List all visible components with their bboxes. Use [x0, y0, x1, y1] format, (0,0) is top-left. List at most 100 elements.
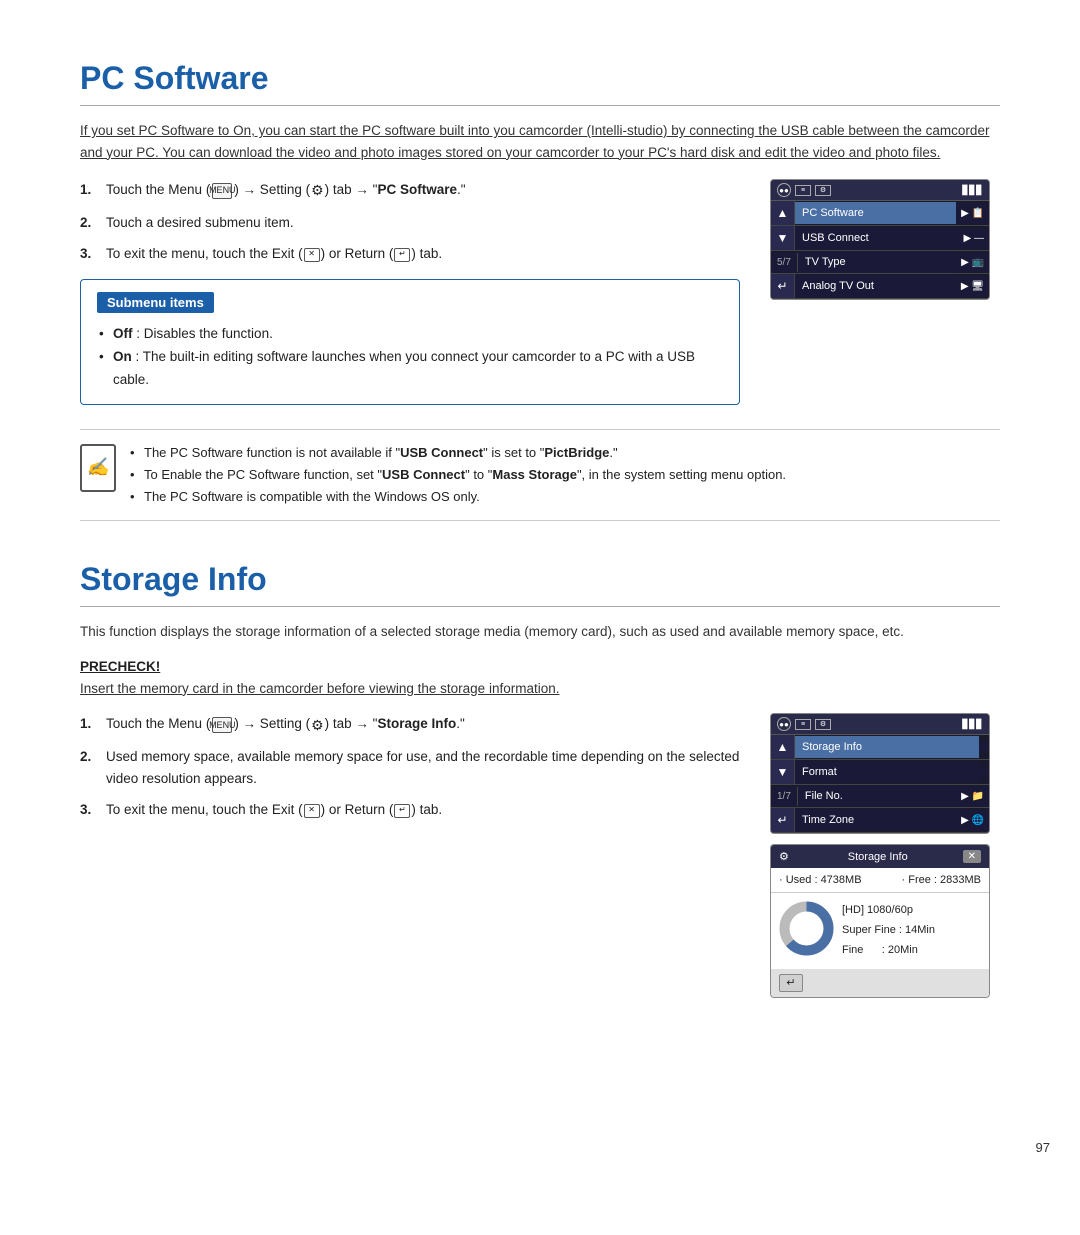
precheck-text: Insert the memory card in the camcorder …	[80, 678, 1000, 700]
file-no-val: ▶ 📁	[956, 786, 989, 807]
storage-info-row-label: Storage Info	[795, 736, 979, 758]
nav-down: ▼	[771, 226, 795, 250]
ui-row-storage-info: ▲ Storage Info	[771, 735, 989, 760]
return-icon-2: ↵	[394, 804, 410, 818]
ui-row-pc-software-val: ▶ 📋	[956, 203, 989, 224]
battery-icon: ▊▊▊	[962, 185, 983, 196]
storage-ui-top-icons: ●● ≡ ⚙	[777, 717, 831, 731]
storage-info-steps-layout: 1. Touch the Menu (MENU) → Setting (⚙) t…	[80, 713, 1000, 997]
storage-info-section: Storage Info This function displays the …	[80, 561, 1000, 998]
time-zone-label: Time Zone	[795, 809, 956, 831]
battery-bar: ▊▊▊	[962, 185, 983, 196]
note-3: The PC Software is compatible with the W…	[128, 486, 786, 508]
step-3-num: 3.	[80, 243, 98, 265]
pc-software-intro: If you set PC Software to On, you can st…	[80, 120, 1000, 163]
ui-row-format: ▼ Format	[771, 760, 989, 785]
file-no-label: File No.	[798, 785, 956, 807]
note-box: ✍ The PC Software function is not availa…	[80, 429, 1000, 521]
storage-detail-resolution: [HD] 1080/60p	[842, 901, 935, 921]
exit-icon-2: ✕	[304, 804, 320, 818]
nav-down-2: ▼	[771, 760, 795, 784]
ui-top-icons-left: ●● ≡ ⚙	[777, 183, 831, 197]
ui-row-analog-tv: ↵ Analog TV Out ▶ 🖥	[771, 274, 989, 299]
note-1: The PC Software function is not availabl…	[128, 442, 786, 464]
ui-row-nav-up: ▲ PC Software ▶ 📋	[771, 201, 989, 226]
submenu-item-on: On : The built-in editing software launc…	[97, 346, 723, 392]
storage-popup-header: ⚙ Storage Info ✕	[771, 845, 989, 868]
storage-info-popup: ⚙ Storage Info ✕ · Used : 4738MB · Free …	[770, 844, 990, 997]
submenu-box: Submenu items Off : Disables the functio…	[80, 279, 740, 405]
storage-donut-chart	[779, 901, 834, 956]
battery-icon-2: ▊▊▊	[962, 719, 983, 730]
setting-icon-2: ⚙	[311, 714, 324, 736]
row-counter-2: 1/7	[771, 787, 798, 806]
storage-info-ui-screens: ●● ≡ ⚙ ▊▊▊ ▲ Storage Info ▼	[770, 713, 1000, 997]
ui-row-analog-val: ▶ 🖥	[956, 276, 989, 297]
settings-icon: ⚙	[815, 185, 831, 196]
ui-row-file-no: 1/7 File No. ▶ 📁	[771, 785, 989, 808]
storage-popup-body: [HD] 1080/60p Super Fine : 14Min Fine : …	[771, 893, 989, 968]
storage-step-1-num: 1.	[80, 713, 98, 736]
record-icon-2: ●●	[777, 717, 791, 731]
ui-row-pc-software: PC Software	[795, 202, 956, 224]
pc-software-title: PC Software	[80, 60, 1000, 106]
ui-row-time-zone: ↵ Time Zone ▶ 🌐	[771, 808, 989, 833]
step-1-text: Touch the Menu (MENU) → Setting (⚙) tab …	[106, 179, 740, 202]
storage-step-1-text: Touch the Menu (MENU) → Setting (⚙) tab …	[106, 713, 740, 736]
ui-row-tv-label: TV Type	[798, 251, 956, 273]
step-1-num: 1.	[80, 179, 98, 202]
storage-step-2-num: 2.	[80, 746, 98, 789]
row-counter: 5/7	[771, 253, 798, 272]
storage-step-2-text: Used memory space, available memory spac…	[106, 746, 740, 789]
pc-software-steps-left: 1. Touch the Menu (MENU) → Setting (⚙) t…	[80, 179, 740, 419]
storage-popup-info: · Used : 4738MB · Free : 2833MB	[771, 868, 989, 893]
time-zone-val: ▶ 🌐	[956, 810, 989, 831]
storage-step-3-text: To exit the menu, touch the Exit (✕) or …	[106, 799, 740, 821]
step-2-text: Touch a desired submenu item.	[106, 212, 740, 234]
storage-info-title: Storage Info	[80, 561, 1000, 607]
pc-software-highlight: PC Software	[377, 182, 457, 197]
menu-list-icon-2: ≡	[795, 719, 811, 730]
page-number: 97	[1036, 1140, 1050, 1155]
pc-software-ui-screen-wrapper: ●● ≡ ⚙ ▊▊▊ ▲ PC Software ▶ 📋	[770, 179, 1000, 300]
storage-used-label: · Used : 4738MB	[779, 874, 862, 886]
storage-popup-title: Storage Info	[848, 851, 908, 863]
ui-row-usb-val: ▶ —	[959, 228, 989, 249]
precheck-label: PRECHECK!	[80, 659, 1000, 674]
note-icon: ✍	[80, 444, 116, 492]
storage-popup-return-btn[interactable]: ↵	[779, 974, 803, 992]
ui-row-tv-type: 5/7 TV Type ▶ 📺	[771, 251, 989, 274]
ui-row-usb-label: USB Connect	[795, 227, 959, 249]
pc-software-steps-layout: 1. Touch the Menu (MENU) → Setting (⚙) t…	[80, 179, 1000, 419]
storage-free-label: · Free : 2833MB	[902, 874, 981, 886]
pc-software-step-1: 1. Touch the Menu (MENU) → Setting (⚙) t…	[80, 179, 740, 202]
storage-detail-fine: Fine : 20Min	[842, 941, 935, 961]
nav-back-2: ↵	[771, 808, 795, 832]
menu-list-icon: ≡	[795, 185, 811, 196]
storage-info-intro: This function displays the storage infor…	[80, 621, 1000, 643]
submenu-items: Off : Disables the function. On : The bu…	[97, 323, 723, 392]
storage-step-1: 1. Touch the Menu (MENU) → Setting (⚙) t…	[80, 713, 740, 736]
storage-popup-gear-icon: ⚙	[779, 850, 789, 863]
nav-up-2: ▲	[771, 735, 795, 759]
menu-icon-2: MENU	[212, 717, 232, 733]
storage-details: [HD] 1080/60p Super Fine : 14Min Fine : …	[842, 901, 935, 960]
submenu-title: Submenu items	[97, 292, 214, 313]
battery-bar-2: ▊▊▊	[962, 719, 983, 730]
submenu-item-off: Off : Disables the function.	[97, 323, 723, 346]
storage-info-ui-screen: ●● ≡ ⚙ ▊▊▊ ▲ Storage Info ▼	[770, 713, 990, 834]
storage-detail-superfine: Super Fine : 14Min	[842, 921, 935, 941]
record-icon: ●●	[777, 183, 791, 197]
note-items: The PC Software function is not availabl…	[128, 442, 786, 508]
pc-software-ui-rows: ▲ PC Software ▶ 📋 ▼ USB Connect ▶ — 5/7 …	[771, 201, 989, 299]
ui-top-bar: ●● ≡ ⚙ ▊▊▊	[771, 180, 989, 201]
menu-icon: MENU	[212, 183, 232, 199]
step-2-num: 2.	[80, 212, 98, 234]
storage-step-3-num: 3.	[80, 799, 98, 821]
pc-software-step-2: 2. Touch a desired submenu item.	[80, 212, 740, 234]
storage-info-row-val	[979, 742, 989, 752]
storage-popup-close[interactable]: ✕	[963, 850, 981, 863]
return-icon: ↵	[394, 248, 410, 262]
storage-ui-top-bar: ●● ≡ ⚙ ▊▊▊	[771, 714, 989, 735]
format-val	[979, 767, 989, 777]
